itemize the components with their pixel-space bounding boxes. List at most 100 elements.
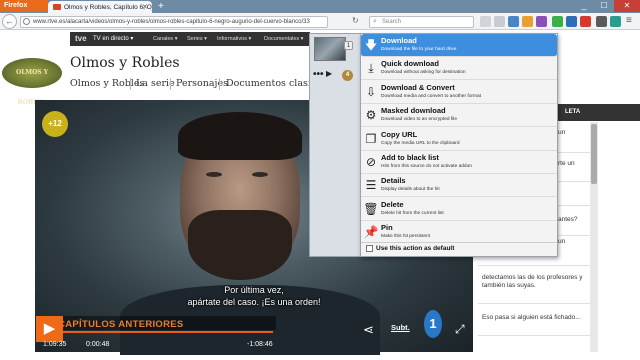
comment-card[interactable]: Eso pasa si alguien está fichado... bbox=[478, 312, 590, 336]
subnav-divider bbox=[130, 78, 131, 90]
more-options-icon[interactable]: ••• bbox=[313, 69, 324, 80]
nav-series[interactable]: Series ▾ bbox=[187, 36, 207, 42]
blacklist-icon: ⊘ bbox=[365, 155, 377, 169]
addon-green-icon[interactable] bbox=[552, 16, 563, 27]
site-identity-icon[interactable] bbox=[23, 18, 30, 25]
show-logo[interactable]: OLMOS Y ROBLES bbox=[2, 58, 62, 106]
menu-item-title: Download bbox=[381, 36, 417, 45]
menu-item-masked-download[interactable]: ⚙ Masked download Download video to an enc… bbox=[361, 104, 557, 128]
details-icon: ☰ bbox=[365, 178, 377, 193]
menu-item-pin[interactable]: 📌 Pin Make this hit persistent bbox=[361, 221, 557, 245]
window-close-button[interactable]: ✕ bbox=[614, 0, 640, 12]
age-rating-badge: +12 bbox=[42, 111, 68, 137]
addon-gray-icon[interactable] bbox=[596, 16, 607, 27]
current-time: 0:00:48 bbox=[86, 341, 110, 348]
hamburger-menu-icon[interactable]: ≡ bbox=[626, 15, 632, 26]
tab-close-icon[interactable]: ✕ bbox=[142, 3, 148, 11]
menu-item-quick-download[interactable]: ⤓ Quick download Download without asking f… bbox=[361, 57, 557, 81]
reload-icon[interactable]: ↻ bbox=[352, 16, 359, 25]
menu-item-title: Download & Convert bbox=[381, 82, 455, 92]
menu-item-description: Hits from this source do not activate ad… bbox=[381, 164, 472, 169]
subnav-divider bbox=[170, 78, 171, 90]
hit-thumbnail[interactable] bbox=[314, 37, 346, 61]
url-bar[interactable]: www.rtve.es/alacarta/videos/olmos-y-robl… bbox=[20, 16, 328, 28]
menu-item-description: Make this hit persistent bbox=[381, 234, 431, 240]
nav-canales[interactable]: Canales ▾ bbox=[153, 36, 177, 42]
menu-item-download-convert[interactable]: ⇩ Download & Convert Download media and co… bbox=[361, 81, 557, 104]
window-maximize-button[interactable]: ☐ bbox=[594, 0, 614, 12]
menu-item-download[interactable]: 🡇 Download Download the file to your hard … bbox=[361, 34, 557, 57]
menu-item-title: Copy URL bbox=[381, 129, 418, 139]
back-button[interactable]: ← bbox=[2, 14, 17, 29]
copy-url-icon: ❐ bbox=[365, 131, 377, 146]
remaining-time: -1:08:46 bbox=[247, 341, 273, 348]
firefox-menu-button[interactable]: Firefox bbox=[0, 0, 48, 12]
total-duration: 1:09:35 bbox=[43, 341, 67, 348]
addon-red-icon[interactable] bbox=[580, 16, 591, 27]
menu-item-description: Display details about the hit bbox=[381, 187, 440, 193]
show-title: Olmos y Robles bbox=[70, 55, 180, 71]
share-icon[interactable]: ⋖ bbox=[363, 322, 374, 338]
expand-arrow-icon[interactable]: ▶ bbox=[326, 69, 332, 78]
menu-item-description: Download without asking for destination bbox=[381, 70, 466, 76]
video-frame-eye bbox=[206, 172, 222, 177]
menu-item-description: Download the file to your hard drive bbox=[381, 47, 457, 52]
la1-channel-logo: 1 bbox=[424, 310, 442, 338]
addon-blue-icon[interactable] bbox=[566, 16, 577, 27]
nav-informativos[interactable]: Informativos ▾ bbox=[217, 36, 251, 42]
menu-item-title: Details bbox=[381, 176, 406, 186]
tv-en-directo-link[interactable]: TV en directo ▾ bbox=[93, 35, 133, 42]
menu-item-title: Pin bbox=[381, 223, 393, 233]
progress-fill bbox=[63, 331, 273, 333]
subnav-personajes[interactable]: Personajes bbox=[176, 78, 228, 89]
video-downloadhelper-icon[interactable] bbox=[536, 16, 547, 27]
download-convert-icon: ⇩ bbox=[365, 84, 377, 99]
download-icon: 🡇 bbox=[364, 38, 378, 52]
subtitle-line-2: apártate del caso. ¡Es una orden! bbox=[187, 297, 321, 307]
downloads-icon[interactable] bbox=[508, 16, 519, 27]
subnav-divider bbox=[219, 78, 220, 90]
fullscreen-icon[interactable]: ⤢ bbox=[455, 322, 465, 337]
subnav-la-serie[interactable]: La serie bbox=[136, 78, 175, 89]
video-frame-hair bbox=[178, 112, 302, 160]
search-icon: ⌕ bbox=[373, 18, 377, 25]
subtitles-button[interactable]: Subt. bbox=[391, 323, 410, 332]
tve-logo[interactable]: tve bbox=[75, 34, 87, 43]
menu-item-description: Copy the media URL to the clipboard bbox=[381, 140, 460, 146]
masked-download-icon: ⚙ bbox=[365, 108, 377, 123]
new-tab-button[interactable]: + bbox=[158, 1, 164, 12]
previous-episodes-label[interactable]: N CAPÍTULOS ANTERIORES bbox=[48, 319, 184, 330]
default-action-label[interactable]: Use this action as default bbox=[376, 245, 454, 252]
subnav-olmos-y-robles[interactable]: Olmos y Robles bbox=[70, 78, 144, 89]
window-minimize-button[interactable]: _ bbox=[574, 0, 594, 12]
menu-item-copy-url[interactable]: ❐ Copy URL Copy the media URL to the clipb… bbox=[361, 128, 557, 151]
menu-item-title: Masked download bbox=[381, 106, 446, 116]
pin-icon: 📌 bbox=[363, 225, 379, 240]
addon-teal-icon[interactable] bbox=[610, 16, 621, 27]
menu-item-title: Delete bbox=[381, 199, 404, 209]
play-button[interactable]: ▶ bbox=[36, 316, 63, 342]
sidebar-scroll-thumb[interactable] bbox=[591, 124, 597, 184]
popup-hit-pane bbox=[309, 33, 360, 257]
delete-icon: 🗑 bbox=[363, 201, 379, 216]
search-input[interactable]: Search bbox=[369, 16, 474, 28]
menu-item-description: Download media and convert to another fo… bbox=[381, 93, 481, 99]
menu-item-title: Add to black list bbox=[381, 153, 439, 162]
subtitle-line-1: Por última vez, bbox=[224, 285, 284, 295]
bookmark-star-icon[interactable] bbox=[480, 16, 491, 27]
quick-download-icon: ⤓ bbox=[368, 61, 374, 76]
hit-count-badge: 4 bbox=[342, 70, 353, 81]
menu-item-title: Quick download bbox=[381, 59, 439, 69]
reading-list-icon[interactable] bbox=[494, 16, 505, 27]
comment-card[interactable]: detectamos las de los profesores y tambi… bbox=[478, 272, 590, 304]
menu-item-add-to-black-list[interactable]: ⊘ Add to black list Hits from this source … bbox=[361, 151, 557, 174]
menu-item-details[interactable]: ☰ Details Display details about the hit bbox=[361, 174, 557, 198]
hit-thumbnail-badge: 1 bbox=[344, 41, 353, 50]
extension-icon[interactable] bbox=[522, 16, 533, 27]
video-frame-eye bbox=[252, 172, 268, 177]
menu-item-description: Download video to an encrypted file bbox=[381, 117, 457, 123]
video-frame-beard bbox=[188, 210, 292, 280]
default-action-checkbox[interactable] bbox=[366, 245, 373, 252]
menu-item-delete[interactable]: 🗑 Delete Delete hit from the current list bbox=[361, 198, 557, 221]
nav-documentales[interactable]: Documentales ▾ bbox=[264, 36, 303, 42]
